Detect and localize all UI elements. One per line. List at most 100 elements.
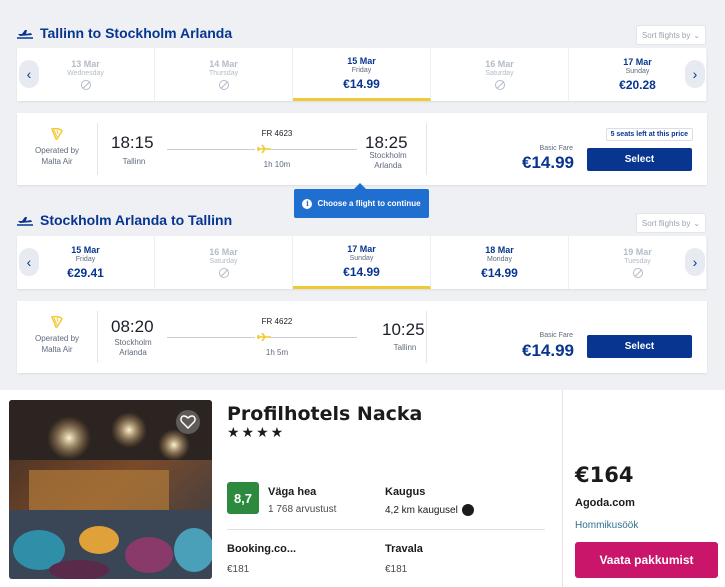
meal-included: Hommikusöök	[575, 520, 639, 531]
divider	[426, 123, 427, 175]
next-dates-button[interactable]: ›	[685, 60, 705, 88]
operator-info: Operated by Malta Air	[27, 127, 87, 167]
seats-left-badge: 5 seats left at this price	[605, 128, 693, 141]
select-flight-button[interactable]: Select	[587, 148, 692, 171]
arrival-city-line1: Stockholm	[369, 151, 407, 160]
weekday-label: Sunday	[349, 254, 374, 262]
date-label: 14 Mar	[209, 59, 238, 69]
chevron-right-icon: ›	[692, 66, 698, 82]
operator-name: Malta Air	[41, 157, 73, 166]
plane-takeoff-icon	[16, 26, 34, 40]
date-price: €14.99	[343, 76, 380, 91]
operated-by-label: Operated by	[34, 146, 80, 155]
chevron-down-icon: ⌄	[693, 30, 701, 40]
date-price: €20.28	[619, 78, 656, 92]
sort-dropdown-inbound[interactable]: Sort flights by ⌄	[636, 213, 706, 233]
hotel-name[interactable]: Profilhotels Nacka	[227, 403, 422, 425]
weekday-label: Thursday	[208, 70, 239, 77]
date-cell[interactable]: 16 Mar Saturday	[155, 236, 293, 289]
harp-logo-icon	[50, 315, 64, 329]
rating-score: 8,7	[227, 482, 259, 514]
route-line	[271, 337, 357, 338]
fare-label: Basic Fare	[539, 332, 573, 339]
weekday-label: Tuesday	[624, 258, 651, 265]
provider-name[interactable]: Travala	[385, 543, 423, 555]
chevron-down-icon: ⌄	[693, 218, 701, 228]
tooltip-text: Choose a flight to continue	[317, 199, 421, 208]
heart-icon[interactable]	[176, 410, 200, 434]
best-price: €164	[575, 463, 634, 487]
flight-number: FR 4623	[261, 129, 293, 138]
weekday-label: Wednesday	[67, 70, 104, 77]
provider-name[interactable]: Booking.co...	[227, 543, 296, 555]
provider-price: €181	[385, 564, 408, 575]
location-pin-icon[interactable]	[461, 504, 474, 516]
hotel-card[interactable]: Profilhotels Nacka ★★★★ 8,7 Väga hea 1 7…	[0, 390, 725, 587]
provider-price: €181	[227, 564, 250, 575]
prev-dates-button[interactable]: ‹	[19, 248, 39, 276]
date-price: €14.99	[343, 264, 380, 279]
operator-info: Operated by Malta Air	[27, 315, 87, 355]
sort-label: Sort flights by	[641, 30, 691, 40]
arrival-city: Tallinn	[393, 343, 417, 352]
operator-name: Malta Air	[41, 345, 73, 354]
departure-city-line2: Arlanda	[119, 348, 147, 357]
date-cell-selected[interactable]: 17 Mar Sunday €14.99	[293, 236, 431, 289]
flight-number: FR 4622	[261, 317, 293, 326]
outbound-date-strip: ‹ 13 Mar Wednesday 14 Mar Thursday 15 Ma…	[17, 48, 707, 101]
unavailable-icon	[218, 80, 229, 90]
hotel-photo[interactable]	[9, 400, 212, 579]
arrival-time: 18:25	[365, 133, 408, 152]
date-cell-selected[interactable]: 15 Mar Friday €14.99	[293, 48, 431, 101]
date-price: €29.41	[67, 266, 104, 280]
route-line	[167, 337, 255, 338]
date-label: 13 Mar	[71, 59, 100, 69]
unavailable-icon	[494, 80, 505, 90]
sort-label: Sort flights by	[641, 218, 691, 228]
departure-city: Stockholm Arlanda	[107, 338, 159, 358]
sort-dropdown-outbound[interactable]: Sort flights by ⌄	[636, 25, 706, 45]
fare-price: €14.99	[522, 341, 574, 360]
divider	[227, 529, 545, 530]
date-cell[interactable]: 14 Mar Thursday	[155, 48, 293, 101]
weekday-label: Monday	[487, 256, 512, 263]
outbound-flight-card[interactable]: Operated by Malta Air 18:15 Tallinn FR 4…	[17, 113, 707, 185]
distance-value: 4,2 km kaugusel	[385, 504, 474, 516]
flight-duration: 1h 10m	[263, 160, 291, 169]
route-line	[167, 149, 255, 150]
departure-time: 18:15	[111, 133, 154, 152]
plane-takeoff-icon	[16, 213, 34, 227]
best-provider: Agoda.com	[575, 497, 635, 509]
date-cell[interactable]: 18 Mar Monday €14.99	[431, 236, 569, 289]
view-deal-button[interactable]: Vaata pakkumist	[575, 542, 718, 578]
choose-flight-tooltip: i Choose a flight to continue	[294, 183, 429, 218]
distance-label: Kaugus	[385, 486, 426, 498]
unavailable-icon	[632, 268, 643, 278]
chevron-left-icon: ‹	[26, 66, 32, 82]
weekday-label: Friday	[351, 66, 372, 74]
plane-icon	[256, 144, 272, 157]
next-dates-button[interactable]: ›	[685, 248, 705, 276]
harp-logo-icon	[50, 127, 64, 141]
divider	[97, 123, 98, 175]
divider	[97, 311, 98, 363]
inbound-header: Stockholm Arlanda to Tallinn	[16, 209, 232, 231]
departure-city: Tallinn	[122, 157, 146, 166]
operated-by-label: Operated by	[34, 334, 80, 343]
distance-text: 4,2 km kaugusel	[385, 504, 458, 516]
flight-duration: 1h 5m	[265, 348, 289, 357]
unavailable-icon	[218, 268, 229, 278]
chevron-left-icon: ‹	[26, 254, 32, 270]
prev-dates-button[interactable]: ‹	[19, 60, 39, 88]
date-label: 15 Mar	[71, 245, 100, 255]
date-label: 16 Mar	[209, 247, 238, 257]
date-label: 15 Mar	[347, 55, 376, 66]
inbound-flight-card[interactable]: Operated by Malta Air 08:20 Stockholm Ar…	[17, 301, 707, 373]
select-flight-button[interactable]: Select	[587, 335, 692, 358]
weekday-label: Saturday	[485, 70, 514, 77]
arrival-city-line2: Arlanda	[374, 161, 402, 170]
divider	[562, 390, 563, 587]
date-cell[interactable]: 16 Mar Saturday	[431, 48, 569, 101]
date-label: 18 Mar	[485, 245, 514, 255]
date-label: 17 Mar	[623, 57, 652, 67]
